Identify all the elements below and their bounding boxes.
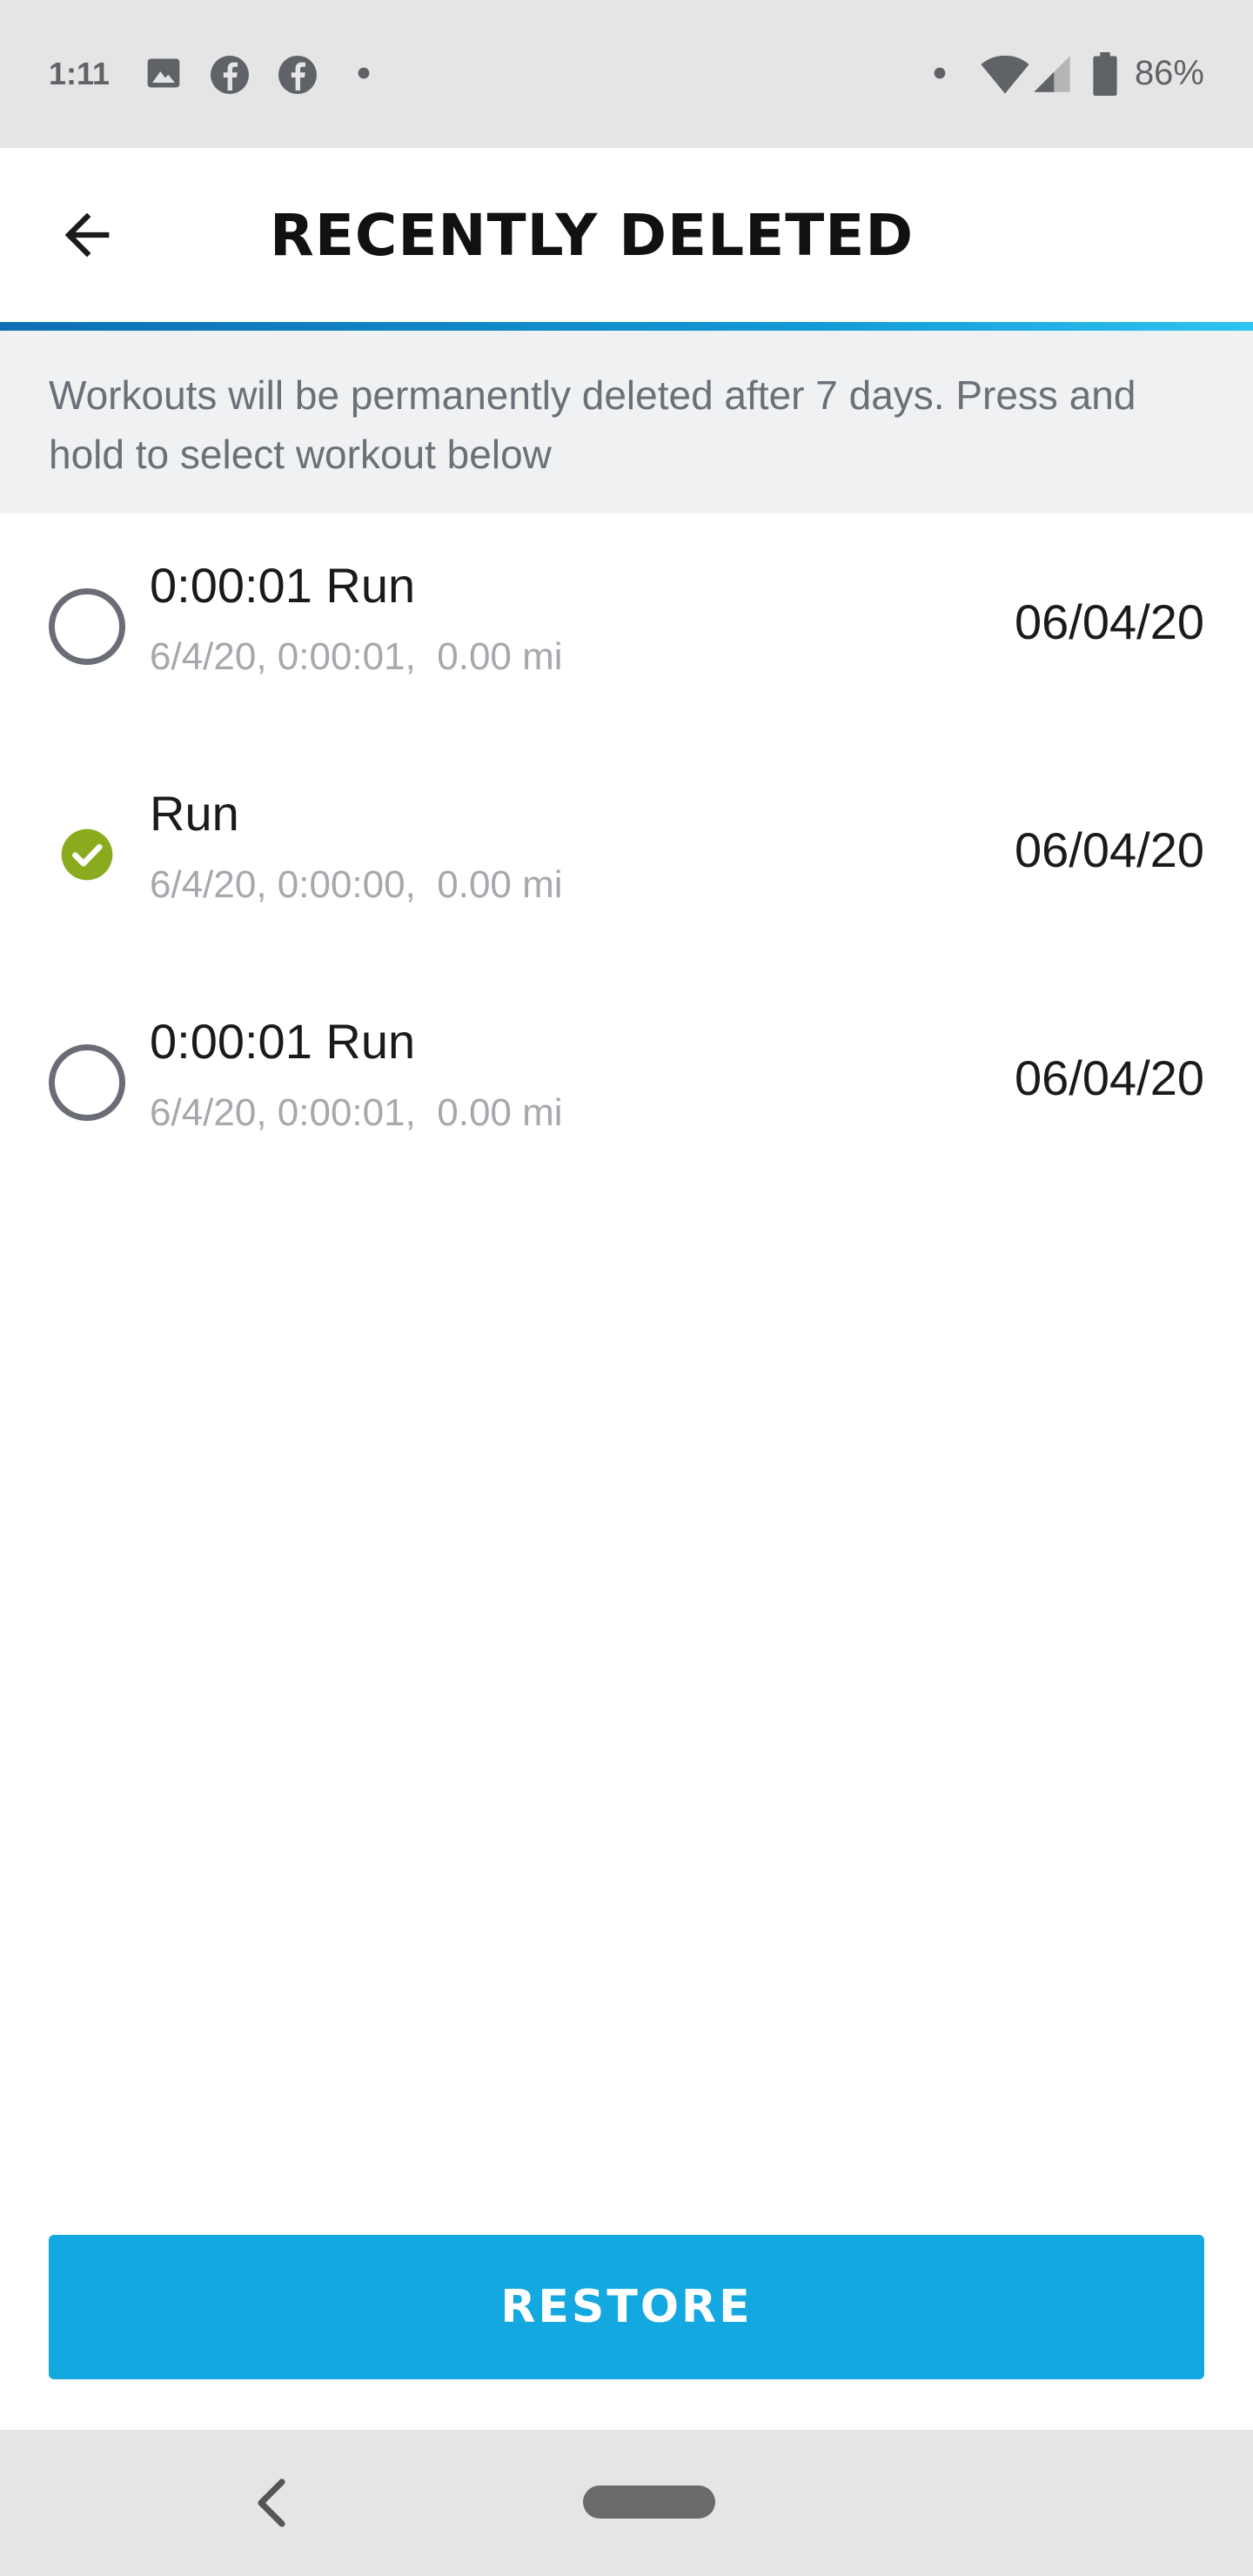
check-circle-icon[interactable] (49, 816, 125, 893)
nav-back-icon[interactable] (254, 2479, 289, 2527)
status-time: 1:11 (49, 56, 111, 91)
workout-row[interactable]: 0:00:01 Run 6/4/20, 0:00:01, 0.00 mi 06/… (0, 969, 1253, 1197)
info-banner: Workouts will be permanently deleted aft… (0, 331, 1253, 513)
workout-details: 6/4/20, 0:00:01, 0.00 mi (150, 1091, 563, 1134)
workout-details: 6/4/20, 0:00:00, 0.00 mi (150, 863, 563, 906)
restore-button[interactable]: RESTORE (49, 2235, 1204, 2379)
workout-title: 0:00:01 Run (150, 1014, 416, 1069)
page-title: RECENTLY DELETED (270, 202, 915, 269)
header-divider (0, 322, 1253, 331)
workout-details: 6/4/20, 0:00:01, 0.00 mi (150, 635, 563, 678)
status-bar: 1:11 86% (0, 0, 1253, 148)
workout-row[interactable]: 0:00:01 Run 6/4/20, 0:00:01, 0.00 mi 06/… (0, 513, 1253, 741)
workout-row[interactable]: Run 6/4/20, 0:00:00, 0.00 mi 06/04/20 (0, 741, 1253, 969)
battery-icon (1093, 52, 1117, 96)
facebook-icon (211, 56, 249, 94)
radio-unchecked-icon[interactable] (49, 1044, 125, 1121)
workout-title: 0:00:01 Run (150, 558, 416, 613)
signal-icon (1034, 56, 1070, 92)
arrow-left-icon[interactable] (54, 202, 120, 268)
dot-icon (358, 67, 370, 79)
workout-date: 06/04/20 (1015, 1050, 1204, 1105)
workout-date: 06/04/20 (1015, 594, 1204, 649)
wifi-icon (981, 55, 1029, 94)
facebook-icon (278, 56, 317, 94)
nav-home-pill[interactable] (583, 2485, 715, 2519)
dot-icon (934, 67, 946, 79)
radio-unchecked-icon[interactable] (49, 588, 125, 665)
system-nav-bar (0, 2430, 1253, 2576)
image-icon (147, 58, 180, 88)
app-bar: RECENTLY DELETED (0, 148, 1253, 322)
battery-percent: 86% (1134, 54, 1204, 92)
workout-title: Run (150, 786, 239, 841)
workout-date: 06/04/20 (1015, 822, 1204, 877)
info-text: Workouts will be permanently deleted aft… (49, 372, 1136, 477)
